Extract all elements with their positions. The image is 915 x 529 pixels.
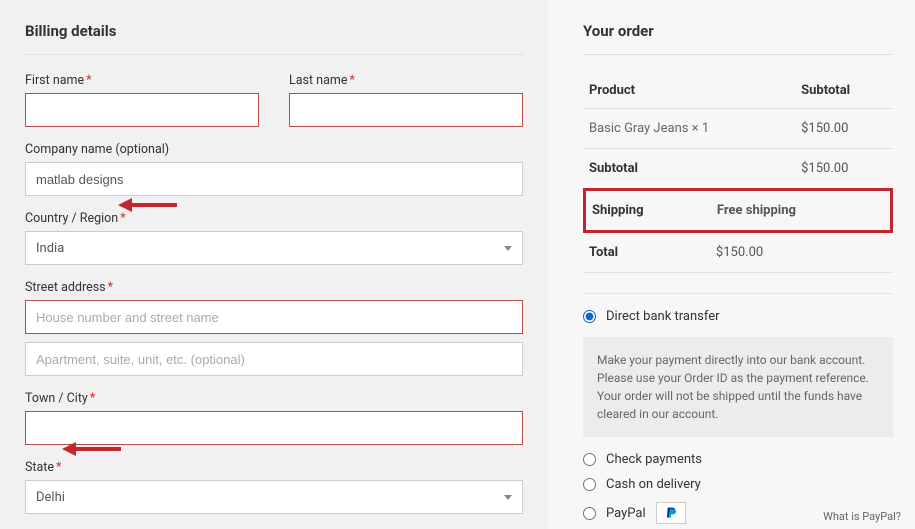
payment-label-cod: Cash on delivery	[606, 477, 701, 492]
last-name-input[interactable]	[289, 93, 523, 127]
country-select[interactable]: India	[25, 231, 523, 265]
line-item-name: Basic Gray Jeans × 1	[583, 109, 795, 149]
subtotal-header: Subtotal	[795, 73, 893, 109]
state-value: Delhi	[36, 490, 65, 505]
what-is-paypal-link[interactable]: What is PayPal?	[823, 510, 901, 523]
payment-label-check: Check payments	[606, 452, 702, 467]
shipping-value: Free shipping	[711, 191, 890, 230]
billing-heading: Billing details	[25, 22, 523, 55]
state-label: State*	[25, 460, 523, 475]
payment-radio-bank[interactable]	[583, 310, 596, 323]
payment-bank-description: Make your payment directly into our bank…	[583, 337, 893, 437]
street-label: Street address*	[25, 280, 523, 295]
required-marker: *	[349, 73, 354, 88]
payment-label-bank: Direct bank transfer	[606, 309, 720, 324]
required-marker: *	[86, 73, 91, 88]
product-header: Product	[583, 73, 795, 109]
payment-radio-paypal[interactable]	[583, 507, 596, 520]
required-marker: *	[90, 391, 95, 406]
subtotal-label: Subtotal	[583, 149, 795, 189]
required-marker: *	[120, 211, 125, 226]
payment-label-paypal: PayPal	[606, 506, 646, 521]
town-input[interactable]	[25, 411, 523, 445]
line-item-total: $150.00	[795, 109, 893, 149]
country-label: Country / Region*	[25, 211, 523, 226]
shipping-highlight-box: Shipping Free shipping	[583, 188, 893, 233]
subtotal-value: $150.00	[795, 149, 893, 189]
shipping-label: Shipping	[586, 191, 711, 230]
street1-input[interactable]	[25, 300, 523, 334]
table-row: Basic Gray Jeans × 1 $150.00	[583, 109, 893, 149]
street2-input[interactable]	[25, 342, 523, 376]
annotation-arrow-country	[118, 198, 177, 212]
town-label: Town / City*	[25, 391, 523, 406]
total-label: Total	[583, 233, 710, 273]
company-input[interactable]	[25, 162, 523, 196]
last-name-label: Last name*	[289, 73, 523, 88]
payment-radio-check[interactable]	[583, 453, 596, 466]
total-value: $150.00	[710, 233, 893, 273]
country-value: India	[36, 241, 64, 256]
order-heading: Your order	[583, 22, 893, 55]
chevron-down-icon	[504, 246, 512, 251]
first-name-input[interactable]	[25, 93, 259, 127]
chevron-down-icon	[504, 495, 512, 500]
table-row: Subtotal $150.00	[583, 149, 893, 189]
company-label: Company name (optional)	[25, 142, 523, 157]
payment-radio-cod[interactable]	[583, 478, 596, 491]
table-row: Shipping Free shipping	[586, 191, 890, 230]
first-name-label: First name*	[25, 73, 259, 88]
table-row: Total $150.00	[583, 233, 893, 273]
required-marker: *	[108, 280, 113, 295]
order-table: Product Subtotal Basic Gray Jeans × 1 $1…	[583, 73, 893, 189]
paypal-logo-icon	[656, 502, 686, 524]
payment-methods: Direct bank transfer Make your payment d…	[583, 293, 893, 529]
required-marker: *	[56, 460, 61, 475]
